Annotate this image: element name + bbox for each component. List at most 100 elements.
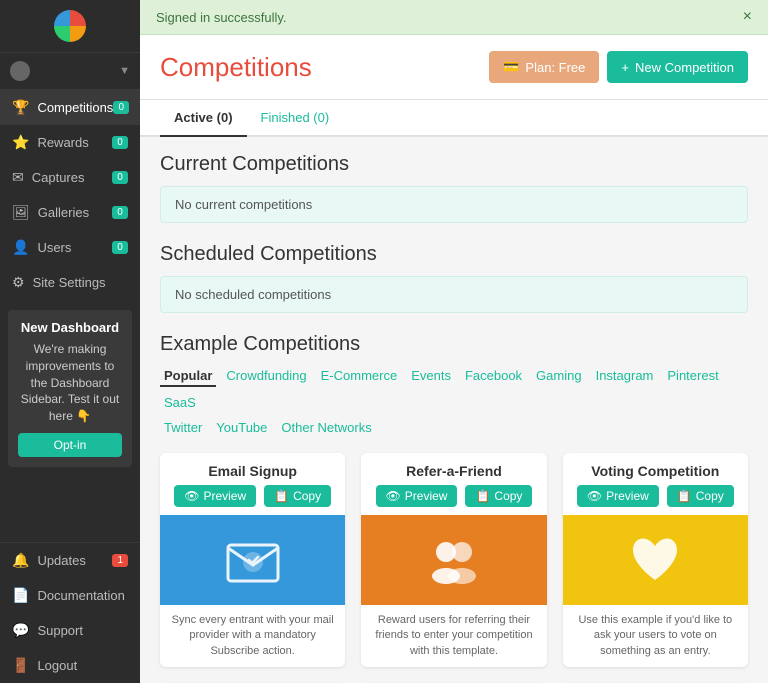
- card-image: [563, 515, 748, 605]
- copy-button[interactable]: 📋 Copy: [667, 485, 734, 507]
- header-buttons: 💳 Plan: Free + New Competition: [489, 51, 748, 83]
- sidebar-item-site-settings[interactable]: ⚙ Site Settings: [0, 265, 140, 300]
- sidebar-item-label: Rewards: [37, 135, 88, 150]
- preview-button[interactable]: 👁 Preview: [577, 485, 659, 507]
- sidebar-item-label: Captures: [32, 170, 85, 185]
- copy-icon: 📋: [274, 489, 289, 503]
- card-image: [361, 515, 546, 605]
- copy-label: Copy: [494, 489, 522, 503]
- example-filter-tabs: Popular Crowdfunding E-Commerce Events F…: [160, 366, 748, 437]
- eye-icon: 👁: [184, 489, 199, 503]
- filter-tab-facebook[interactable]: Facebook: [461, 366, 526, 387]
- sidebar-bottom-label: Documentation: [37, 588, 124, 603]
- filter-tab-gaming[interactable]: Gaming: [532, 366, 586, 387]
- sidebar-item-label: Users: [37, 240, 71, 255]
- site-settings-icon: ⚙: [12, 274, 25, 291]
- new-dashboard-title: New Dashboard: [18, 320, 122, 335]
- copy-label: Copy: [696, 489, 724, 503]
- card-title: Refer-a-Friend: [361, 453, 546, 485]
- filter-tab-youtube[interactable]: YouTube: [212, 418, 271, 437]
- content-header: Competitions 💳 Plan: Free + New Competit…: [140, 35, 768, 100]
- card-description: Use this example if you'd like to ask yo…: [563, 605, 748, 667]
- card-voting-competition: Voting Competition 👁 Preview 📋 Copy: [563, 453, 748, 667]
- card-image: [160, 515, 345, 605]
- avatar: [10, 61, 30, 81]
- card-buttons: 👁 Preview 📋 Copy: [160, 485, 345, 515]
- sidebar-bottom: 🔔 Updates 1 📄 Documentation 💬 Support 🚪 …: [0, 542, 140, 683]
- copy-icon: 📋: [475, 489, 490, 503]
- sidebar-logo: [0, 0, 140, 53]
- filter-tab-popular[interactable]: Popular: [160, 366, 216, 387]
- tab-active[interactable]: Active (0): [160, 100, 247, 137]
- rewards-badge: 0: [112, 136, 128, 149]
- alert-message: Signed in successfully.: [156, 10, 287, 25]
- copy-button[interactable]: 📋 Copy: [465, 485, 532, 507]
- opt-in-button[interactable]: Opt-in: [18, 433, 122, 457]
- current-competitions-title: Current Competitions: [160, 153, 748, 176]
- card-buttons: 👁 Preview 📋 Copy: [563, 485, 748, 515]
- eye-icon: 👁: [386, 489, 401, 503]
- sidebar-item-logout[interactable]: 🚪 Logout: [0, 648, 140, 683]
- new-competition-button[interactable]: + New Competition: [607, 51, 748, 83]
- documentation-icon: 📄: [12, 587, 29, 604]
- sidebar-item-support[interactable]: 💬 Support: [0, 613, 140, 648]
- card-description: Reward users for referring their friends…: [361, 605, 546, 667]
- filter-tab-events[interactable]: Events: [407, 366, 455, 387]
- card-title: Voting Competition: [563, 453, 748, 485]
- sidebar-bottom-label: Updates: [37, 553, 85, 568]
- logout-icon: 🚪: [12, 657, 29, 674]
- captures-badge: 0: [112, 171, 128, 184]
- sidebar-item-updates[interactable]: 🔔 Updates 1: [0, 543, 140, 578]
- sidebar-item-users[interactable]: 👤 Users 0: [0, 230, 140, 265]
- app-logo-icon: [54, 10, 86, 42]
- captures-icon: ✉: [12, 169, 24, 186]
- sidebar-item-competitions[interactable]: 🏆 Competitions 0: [0, 90, 140, 125]
- filter-tab-twitter[interactable]: Twitter: [160, 418, 206, 437]
- preview-label: Preview: [203, 489, 246, 503]
- preview-button[interactable]: 👁 Preview: [376, 485, 458, 507]
- updates-badge: 1: [112, 554, 128, 567]
- preview-button[interactable]: 👁 Preview: [174, 485, 256, 507]
- users-icon: 👤: [12, 239, 29, 256]
- support-icon: 💬: [12, 622, 29, 639]
- plan-icon: 💳: [503, 59, 519, 75]
- updates-icon: 🔔: [12, 552, 29, 569]
- galleries-badge: 0: [112, 206, 128, 219]
- example-competitions-grid: Email Signup 👁 Preview 📋 Copy: [160, 453, 748, 683]
- sidebar-item-galleries[interactable]: 🖼 Galleries 0: [0, 195, 140, 230]
- sidebar-user[interactable]: ▼: [0, 53, 140, 90]
- plan-button[interactable]: 💳 Plan: Free: [489, 51, 599, 83]
- sidebar-item-rewards[interactable]: ⭐ Rewards 0: [0, 125, 140, 160]
- sidebar-bottom-label: Logout: [37, 658, 77, 673]
- preview-label: Preview: [606, 489, 649, 503]
- scheduled-competitions-empty: No scheduled competitions: [160, 276, 748, 313]
- filter-tab-instagram[interactable]: Instagram: [592, 366, 658, 387]
- new-competition-label: New Competition: [635, 60, 734, 75]
- filter-tab-crowdfunding[interactable]: Crowdfunding: [222, 366, 310, 387]
- content-body: Current Competitions No current competit…: [140, 137, 768, 683]
- new-dashboard-text: We're making improvements to the Dashboa…: [18, 341, 122, 425]
- close-icon[interactable]: ×: [743, 8, 752, 26]
- tabs-bar: Active (0) Finished (0): [140, 100, 768, 137]
- sidebar-item-label: Galleries: [38, 205, 89, 220]
- filter-tab-ecommerce[interactable]: E-Commerce: [317, 366, 402, 387]
- plan-label: Plan: Free: [525, 60, 585, 75]
- scheduled-competitions-title: Scheduled Competitions: [160, 243, 748, 266]
- galleries-icon: 🖼: [12, 204, 30, 221]
- page-title: Competitions: [160, 52, 312, 83]
- example-competitions-title: Example Competitions: [160, 333, 748, 356]
- sidebar-item-label: Site Settings: [33, 275, 106, 290]
- filter-tab-pinterest[interactable]: Pinterest: [663, 366, 722, 387]
- tab-finished[interactable]: Finished (0): [247, 100, 344, 137]
- card-buttons: 👁 Preview 📋 Copy: [361, 485, 546, 515]
- competitions-icon: 🏆: [12, 99, 29, 116]
- sidebar-item-captures[interactable]: ✉ Captures 0: [0, 160, 140, 195]
- preview-label: Preview: [405, 489, 448, 503]
- copy-button[interactable]: 📋 Copy: [264, 485, 331, 507]
- sidebar-item-documentation[interactable]: 📄 Documentation: [0, 578, 140, 613]
- sidebar: ▼ 🏆 Competitions 0 ⭐ Rewards 0 ✉ Capture…: [0, 0, 140, 683]
- filter-tab-other-networks[interactable]: Other Networks: [277, 418, 375, 437]
- filter-tab-saas[interactable]: SaaS: [160, 393, 200, 412]
- card-refer-a-friend: Refer-a-Friend 👁 Preview 📋 Copy: [361, 453, 546, 667]
- users-badge: 0: [112, 241, 128, 254]
